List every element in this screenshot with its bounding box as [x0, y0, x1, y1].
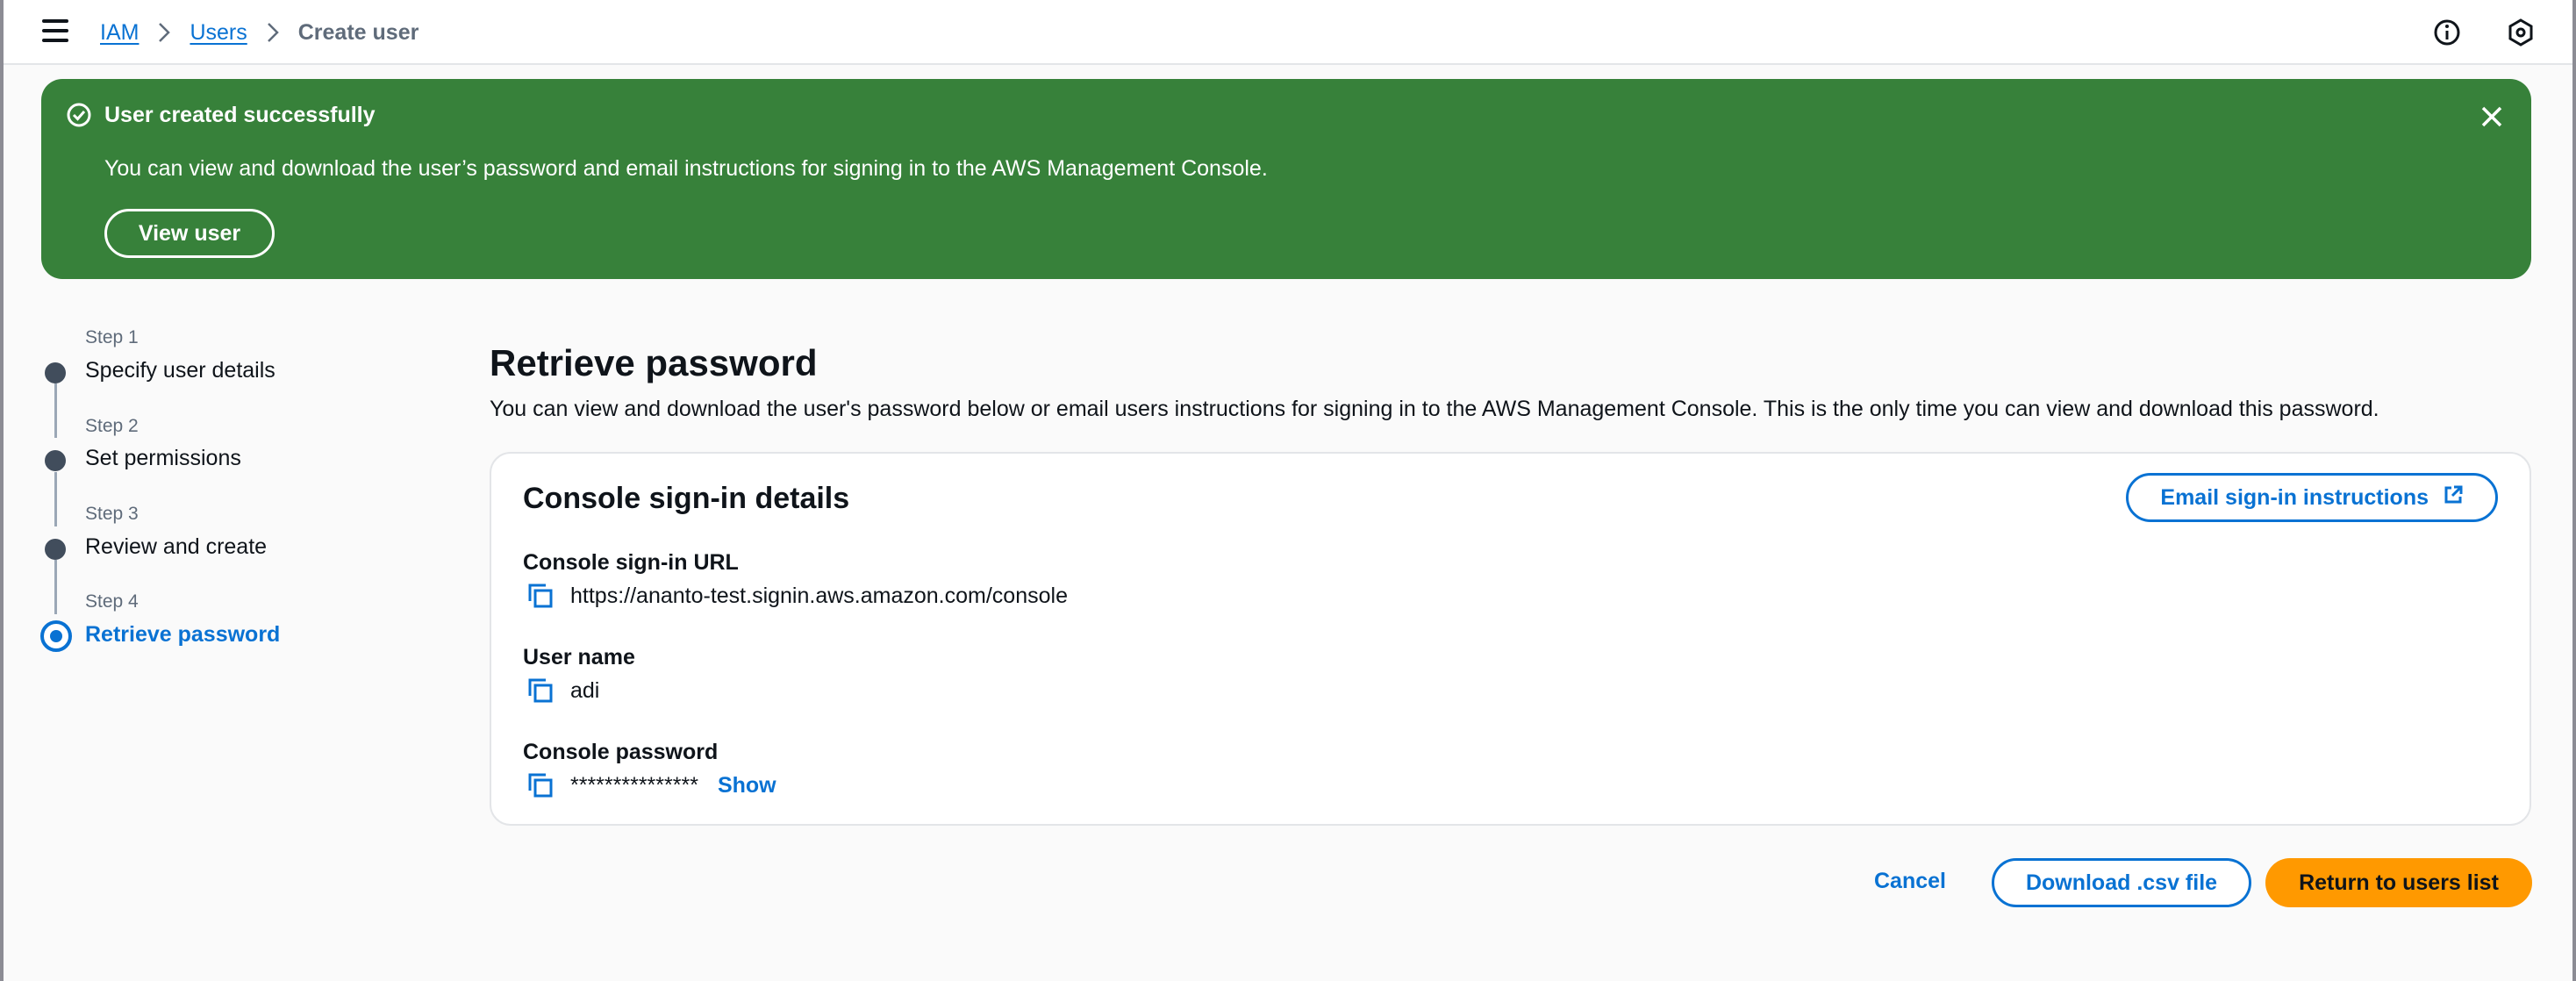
sign-in-url-label: Console sign-in URL: [523, 550, 739, 575]
show-password-link[interactable]: Show: [718, 773, 776, 798]
breadcrumb: IAM Users Create user: [100, 18, 419, 47]
step-2-indicator: [45, 450, 66, 471]
user-name-row: adi: [526, 677, 599, 705]
external-link-icon: [2429, 484, 2464, 512]
settings-icon[interactable]: [2506, 18, 2536, 47]
close-icon[interactable]: [2479, 104, 2505, 130]
breadcrumb-iam[interactable]: IAM: [100, 20, 139, 46]
step-1-label[interactable]: Specify user details: [85, 358, 275, 383]
menu-icon[interactable]: [42, 19, 68, 44]
console-password-label: Console password: [523, 740, 719, 764]
step-3-label[interactable]: Review and create: [85, 534, 267, 560]
page-title: Retrieve password: [490, 342, 818, 383]
console-password-row: *************** Show: [526, 771, 776, 799]
window-edge-left: [0, 0, 4, 981]
sign-in-url-row: https://ananto-test.signin.aws.amazon.co…: [526, 582, 1068, 610]
step-4-label: Retrieve password: [85, 622, 281, 647]
card-title: Console sign-in details: [523, 482, 850, 515]
console-password-value: ***************: [570, 772, 698, 798]
user-name-value: adi: [570, 677, 600, 703]
copy-icon[interactable]: [526, 771, 555, 799]
step-4-number: Step 4: [85, 591, 139, 612]
step-3-number: Step 3: [85, 504, 139, 524]
breadcrumb-current: Create user: [297, 19, 419, 45]
breadcrumb-users[interactable]: Users: [190, 20, 247, 46]
console-sign-in-details-card: Console sign-in details Email sign-in in…: [490, 452, 2531, 826]
step-2-number: Step 2: [85, 416, 139, 436]
copy-icon[interactable]: [526, 582, 555, 610]
chevron-right-icon: [158, 22, 171, 43]
success-flash-banner: User created successfully You can view a…: [41, 79, 2531, 279]
copy-icon[interactable]: [526, 677, 555, 705]
flash-title: User created successfully: [104, 103, 376, 127]
cancel-button[interactable]: Cancel: [1874, 869, 1946, 894]
view-user-button[interactable]: View user: [104, 209, 275, 258]
step-1-number: Step 1: [85, 327, 139, 347]
chevron-right-icon: [267, 22, 279, 43]
step-2-label[interactable]: Set permissions: [85, 446, 241, 471]
info-icon[interactable]: [2432, 18, 2462, 47]
step-connector: [54, 383, 57, 438]
step-connector: [54, 560, 57, 614]
window-edge-right: [2572, 0, 2576, 981]
step-connector: [54, 472, 57, 526]
page-description: You can view and download the user's pas…: [490, 397, 2379, 421]
email-sign-in-instructions-button[interactable]: Email sign-in instructions: [2126, 473, 2498, 522]
email-button-label: Email sign-in instructions: [2160, 484, 2429, 510]
download-csv-button[interactable]: Download .csv file: [1992, 858, 2251, 907]
check-circle-icon: [66, 102, 92, 128]
step-3-indicator: [45, 539, 66, 560]
return-to-users-list-button[interactable]: Return to users list: [2265, 858, 2532, 907]
step-1-indicator: [45, 362, 66, 383]
sign-in-url-value: https://ananto-test.signin.aws.amazon.co…: [570, 583, 1068, 608]
flash-message: You can view and download the user’s pas…: [104, 156, 1268, 181]
step-4-indicator: [40, 620, 72, 652]
user-name-label: User name: [523, 645, 635, 670]
top-navigation-bar: IAM Users Create user: [4, 0, 2572, 65]
